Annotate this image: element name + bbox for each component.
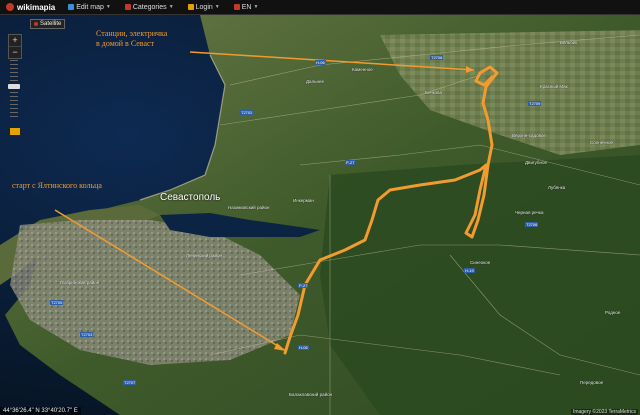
place-label: Верхне-садовое bbox=[512, 133, 546, 138]
highway-shield: H-06 bbox=[298, 345, 309, 350]
satellite-dot-icon bbox=[34, 22, 38, 26]
highway-shield: P-27 bbox=[345, 160, 356, 165]
chevron-down-icon: ▼ bbox=[214, 4, 220, 10]
highway-shield: T2702 bbox=[240, 110, 254, 115]
place-label: Красный Мак bbox=[540, 84, 568, 89]
place-label: Родное bbox=[605, 310, 621, 315]
place-label: Инкерман bbox=[293, 198, 314, 203]
user-icon bbox=[187, 4, 194, 10]
satellite-toggle[interactable]: Satellite bbox=[30, 19, 66, 29]
menu-language-label: EN bbox=[241, 3, 252, 11]
menu-login[interactable]: Login ▼ bbox=[181, 4, 227, 11]
folder-icon bbox=[124, 4, 131, 10]
coordinates-readout: 44°36'26.4" N 33°40'20.7" E bbox=[0, 407, 81, 415]
menu-language[interactable]: EN ▼ bbox=[227, 4, 266, 11]
imagery-credit: Imagery ©2023 TerraMetrics bbox=[570, 409, 638, 415]
place-label: Двигубное bbox=[525, 160, 547, 165]
chevron-down-icon: ▼ bbox=[253, 4, 259, 10]
layers-button[interactable] bbox=[9, 127, 21, 136]
zoom-slider-knob[interactable] bbox=[8, 84, 20, 89]
place-label: Ленинский район bbox=[186, 253, 222, 258]
menu-edit-map-label: Edit map bbox=[76, 3, 104, 11]
highway-shield: T2705 bbox=[50, 300, 64, 305]
menu-categories[interactable]: Categories ▼ bbox=[118, 4, 181, 11]
place-label: Синеокое bbox=[470, 260, 491, 265]
wikimapia-logo[interactable]: wikimapia bbox=[0, 3, 61, 12]
logo-text: wikimapia bbox=[17, 2, 56, 12]
city-label-sevastopol: Севастополь bbox=[160, 192, 221, 203]
place-label: Лубянка bbox=[548, 185, 566, 190]
satellite-map[interactable] bbox=[0, 15, 640, 415]
highway-shield: H-19 bbox=[464, 268, 475, 273]
highway-shield: T2708 bbox=[430, 55, 444, 60]
place-label: Гагаринский район bbox=[60, 280, 100, 285]
chevron-down-icon: ▼ bbox=[168, 4, 174, 10]
place-label: Балаклавский район bbox=[289, 392, 333, 397]
place-label: Передовое bbox=[580, 380, 604, 385]
place-label: Каменное bbox=[352, 67, 373, 72]
zoom-slider-track[interactable] bbox=[10, 60, 18, 118]
annotation-start: старт с Ялтинского кольца bbox=[12, 181, 102, 190]
place-label: Нахимовский район bbox=[228, 205, 270, 210]
top-bar: wikimapia Edit map ▼ Categories ▼ Login … bbox=[0, 0, 640, 15]
place-label: Черная речка bbox=[515, 210, 544, 215]
place-label: Бечкова bbox=[425, 90, 443, 95]
highway-shield: P-27 bbox=[298, 283, 309, 288]
place-label: Дальнее bbox=[306, 79, 325, 84]
zoom-control: + − bbox=[8, 34, 22, 59]
flag-icon bbox=[233, 4, 240, 10]
chevron-down-icon: ▼ bbox=[105, 4, 111, 10]
satellite-label: Satellite bbox=[40, 21, 62, 27]
highway-shield: T2707 bbox=[123, 380, 137, 385]
highway-shield: T2703 bbox=[80, 332, 94, 337]
zoom-out-button[interactable]: − bbox=[9, 47, 21, 58]
highway-shield: H-06 bbox=[315, 60, 326, 65]
menu-categories-label: Categories bbox=[132, 3, 167, 11]
place-label: Солнечное bbox=[590, 140, 613, 145]
zoom-in-button[interactable]: + bbox=[9, 35, 21, 47]
menu-login-label: Login bbox=[195, 3, 213, 11]
highway-shield: T2706 bbox=[525, 222, 539, 227]
menu-edit-map[interactable]: Edit map ▼ bbox=[61, 4, 118, 11]
logo-icon bbox=[6, 3, 14, 11]
highway-shield: T2709 bbox=[528, 101, 542, 106]
annotation-station: Станции, электричка в домой в Севаст bbox=[96, 29, 168, 48]
place-label: Бельбек bbox=[560, 40, 578, 45]
pencil-icon bbox=[68, 4, 75, 10]
